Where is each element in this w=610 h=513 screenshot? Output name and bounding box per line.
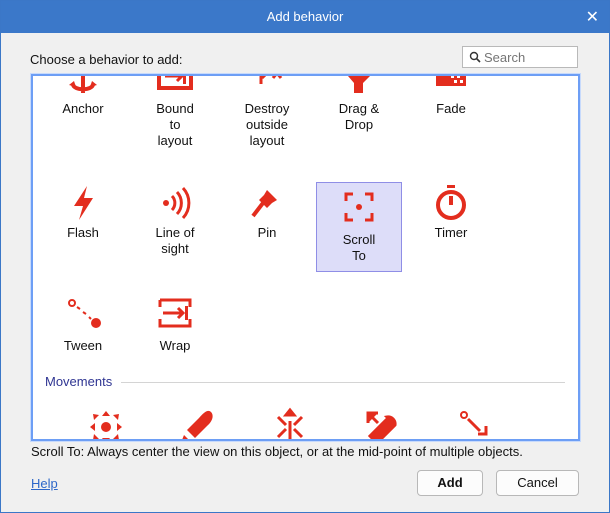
behavior-label: Destroy outside layout — [244, 101, 290, 148]
behavior-flash[interactable]: Flash — [40, 183, 126, 273]
behavior-wrap[interactable]: Wrap — [132, 296, 218, 356]
timer-icon — [436, 185, 466, 220]
behavior-label: Flash — [67, 225, 99, 240]
behavior-tween[interactable]: Tween — [40, 296, 126, 356]
behavior-pin[interactable]: Pin — [224, 183, 310, 273]
behavior-label: Wrap — [159, 338, 191, 353]
fade-icon — [436, 76, 466, 86]
movements-section-label: Movements — [45, 374, 113, 389]
dialog-title: Add behavior — [266, 9, 344, 24]
add-button[interactable]: Add — [417, 470, 483, 496]
search-icon — [469, 51, 481, 63]
behavior-label: Line of sight — [155, 225, 195, 256]
scroll-to-icon — [344, 192, 374, 222]
behavior-list[interactable]: Anchor Bound to layout Destroy outside l… — [31, 74, 580, 441]
behavior-label: Bound to layout — [156, 101, 194, 148]
behavior-label: Pin — [257, 225, 277, 240]
behavior-label: Fade — [436, 101, 466, 116]
behavior-line-of-sight[interactable]: Line of sight — [132, 183, 218, 273]
behavior-destroy-outside-layout[interactable]: Destroy outside layout — [224, 76, 310, 148]
wrap-icon — [158, 298, 192, 328]
behavior-prompt: Choose a behavior to add: — [30, 52, 183, 67]
bullet-icon[interactable] — [155, 407, 241, 441]
behavior-anchor[interactable]: Anchor — [40, 76, 126, 148]
behavior-drag-drop[interactable]: Drag & Drop — [316, 76, 402, 148]
car-icon[interactable] — [247, 407, 333, 441]
behavior-scroll-to[interactable]: Scroll To — [316, 182, 402, 272]
anchor-icon — [69, 76, 97, 93]
cancel-button[interactable]: Cancel — [496, 470, 579, 496]
behavior-label: Drag & Drop — [338, 101, 380, 132]
section-divider — [121, 382, 565, 383]
drag-drop-icon — [348, 76, 370, 93]
tween-icon — [68, 299, 101, 328]
destroy-outside-layout-icon — [259, 76, 283, 84]
close-icon[interactable]: ✕ — [586, 7, 599, 27]
search-input[interactable] — [484, 49, 572, 65]
add-behavior-dialog: Add behavior ✕ Choose a behavior to add:… — [0, 0, 610, 513]
behavior-bound-to-layout[interactable]: Bound to layout — [132, 76, 218, 148]
behavior-timer[interactable]: Timer — [408, 183, 494, 273]
help-link[interactable]: Help — [31, 476, 58, 491]
move-to-icon[interactable] — [431, 407, 517, 441]
behavior-label: Scroll To — [342, 232, 376, 263]
behavior-label: Anchor — [62, 101, 104, 116]
search-box[interactable] — [462, 46, 578, 68]
flash-icon — [74, 186, 93, 220]
behavior-label: Timer — [434, 225, 468, 240]
pin-icon — [251, 190, 277, 218]
custom-movement-icon[interactable] — [339, 407, 425, 441]
behavior-label: Tween — [63, 338, 103, 353]
bound-to-layout-icon — [157, 76, 193, 90]
title-bar: Add behavior ✕ — [1, 1, 609, 33]
behavior-description: Scroll To: Always center the view on thi… — [31, 444, 523, 459]
line-of-sight-icon — [163, 186, 191, 220]
behavior-fade[interactable]: Fade — [408, 76, 494, 148]
eight-direction-icon[interactable] — [63, 407, 149, 441]
